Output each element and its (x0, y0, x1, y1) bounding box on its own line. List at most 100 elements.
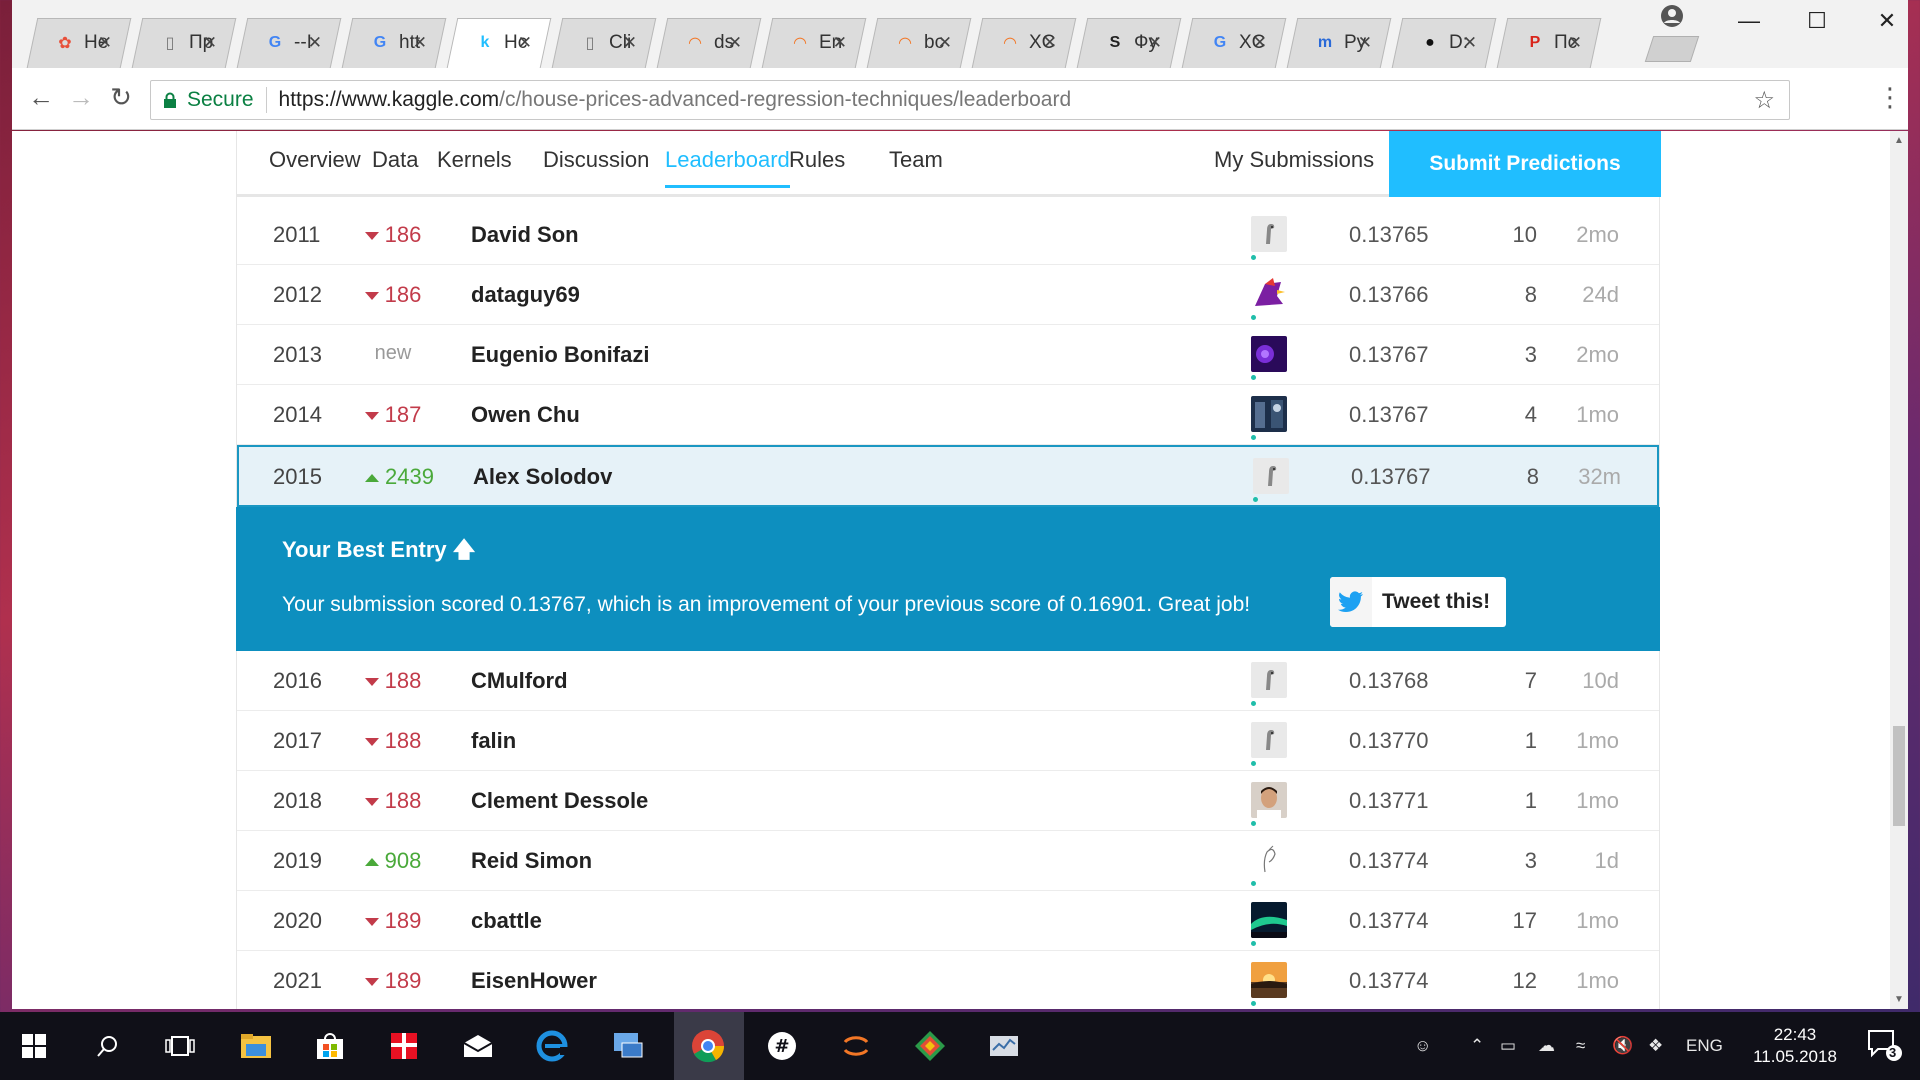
secure-indicator[interactable]: Secure (163, 88, 254, 112)
tab-close-icon[interactable]: ✕ (1148, 33, 1162, 53)
battery-icon[interactable]: ▭ (1500, 1036, 1516, 1056)
browser-tab[interactable]: ◠ bc ✕ (864, 18, 974, 68)
tweet-button[interactable]: Tweet this! (1330, 577, 1506, 627)
tab-data[interactable]: Data (372, 147, 418, 185)
gift-app-icon[interactable] (386, 1028, 422, 1064)
avatar[interactable] (1251, 336, 1287, 372)
file-explorer-icon[interactable] (238, 1028, 274, 1064)
browser-tab[interactable]: G XC ✕ (1179, 18, 1289, 68)
my-submissions-link[interactable]: My Submissions (1214, 147, 1374, 185)
tab-close-icon[interactable]: ✕ (1043, 33, 1057, 53)
clock[interactable]: 22:43 11.05.2018 (1740, 1024, 1850, 1068)
submit-predictions-button[interactable]: Submit Predictions (1389, 131, 1661, 197)
tab-close-icon[interactable]: ✕ (623, 33, 637, 53)
team-name-link[interactable]: Eugenio Bonifazi (471, 342, 649, 368)
browser-tab[interactable]: ▯ Cli ✕ (549, 18, 659, 68)
leaderboard-row[interactable]: 2014 187 Owen Chu 0.13767 4 1mo (237, 385, 1659, 445)
tab-close-icon[interactable]: ✕ (98, 33, 112, 53)
browser-tab[interactable]: ◠ XC ✕ (969, 18, 1079, 68)
avatar[interactable] (1251, 662, 1287, 698)
gitkraken-icon[interactable] (912, 1028, 948, 1064)
browser-tab[interactable]: m Ру ✕ (1284, 18, 1394, 68)
tab-close-icon[interactable]: ✕ (413, 33, 427, 53)
team-name-link[interactable]: dataguy69 (471, 282, 580, 308)
browser-tab[interactable]: S Фу ✕ (1074, 18, 1184, 68)
scroll-thumb[interactable] (1893, 726, 1905, 826)
tab-close-icon[interactable]: ✕ (308, 33, 322, 53)
slack-icon[interactable]: # (764, 1028, 800, 1064)
address-bar[interactable]: Secure https://www.kaggle.com/c/house-pr… (150, 80, 1790, 120)
team-name-link[interactable]: Reid Simon (471, 848, 592, 874)
people-icon[interactable]: ☺ (1414, 1036, 1431, 1056)
team-name-link[interactable]: cbattle (471, 908, 542, 934)
mail-icon[interactable] (460, 1028, 496, 1064)
leaderboard-row[interactable]: 2021 189 EisenHower 0.13774 12 1mo (237, 951, 1659, 1009)
volume-muted-icon[interactable]: 🔇 (1612, 1036, 1633, 1056)
browser-tab[interactable]: ◠ En ✕ (759, 18, 869, 68)
browser-tab[interactable]: G --I ✕ (234, 18, 344, 68)
bookmark-star-icon[interactable]: ☆ (1753, 86, 1775, 115)
leaderboard-row[interactable]: 2013 new Eugenio Bonifazi 0.13767 3 2mo (237, 325, 1659, 385)
tab-close-icon[interactable]: ✕ (938, 33, 952, 53)
tab-leaderboard[interactable]: Leaderboard (665, 147, 790, 188)
avatar[interactable] (1251, 962, 1287, 998)
team-name-link[interactable]: David Son (471, 222, 579, 248)
maximize-icon[interactable]: ☐ (1782, 8, 1852, 34)
tab-rules[interactable]: Rules (789, 147, 845, 185)
avatar[interactable] (1251, 782, 1287, 818)
scroll-up-icon[interactable]: ▲ (1890, 135, 1908, 146)
team-name-link[interactable]: falin (471, 728, 516, 754)
close-window-icon[interactable]: ✕ (1852, 8, 1920, 34)
avatar[interactable] (1251, 216, 1287, 252)
leaderboard-row[interactable]: 2016 188 CMulford 0.13768 7 10d (237, 651, 1659, 711)
dropbox-icon[interactable]: ❖ (1648, 1036, 1663, 1056)
notification-center-icon[interactable]: 3 (1866, 1028, 1902, 1067)
avatar[interactable] (1251, 902, 1287, 938)
chrome-menu-icon[interactable]: ⋮ (1877, 82, 1903, 113)
back-icon[interactable]: ← (24, 82, 58, 113)
tab-team[interactable]: Team (889, 147, 943, 185)
tab-overview[interactable]: Overview (269, 147, 361, 185)
profile-icon[interactable] (1660, 4, 1684, 28)
store-icon[interactable] (312, 1028, 348, 1064)
scroll-down-icon[interactable]: ▼ (1890, 994, 1908, 1005)
monitor-app-icon[interactable] (986, 1028, 1022, 1064)
reload-icon[interactable]: ↻ (104, 82, 138, 113)
tab-close-icon[interactable]: ✕ (1358, 33, 1372, 53)
jupyter-taskbar-icon[interactable] (838, 1028, 874, 1064)
avatar[interactable] (1251, 276, 1287, 312)
wifi-icon[interactable]: ≈ (1576, 1036, 1585, 1056)
team-name-link[interactable]: CMulford (471, 668, 568, 694)
tab-close-icon[interactable]: ✕ (728, 33, 742, 53)
avatar[interactable] (1251, 396, 1287, 432)
avatar[interactable] (1253, 458, 1289, 494)
leaderboard-row[interactable]: 2012 186 dataguy69 0.13766 8 24d (237, 265, 1659, 325)
browser-tab[interactable]: ◠ ds ✕ (654, 18, 764, 68)
team-name-link[interactable]: EisenHower (471, 968, 597, 994)
edge-icon[interactable] (534, 1028, 570, 1064)
language-indicator[interactable]: ENG (1686, 1036, 1723, 1056)
my-leaderboard-row[interactable]: 2015 2439 Alex Solodov 0.13767 8 32m (237, 445, 1659, 507)
avatar[interactable] (1251, 842, 1287, 878)
start-icon[interactable] (16, 1028, 52, 1064)
tray-expand-icon[interactable]: ⌃ (1470, 1036, 1484, 1056)
onedrive-icon[interactable]: ☁ (1538, 1036, 1555, 1056)
leaderboard-row[interactable]: 2017 188 falin 0.13770 1 1mo (237, 711, 1659, 771)
browser-tab[interactable]: ▯ Пр ✕ (129, 18, 239, 68)
tab-close-icon[interactable]: ✕ (1253, 33, 1267, 53)
minimize-icon[interactable]: — (1714, 8, 1784, 34)
leaderboard-row[interactable]: 2019 908 Reid Simon 0.13774 3 1d (237, 831, 1659, 891)
tab-close-icon[interactable]: ✕ (518, 33, 532, 53)
search-icon[interactable] (90, 1028, 126, 1064)
browser-tab[interactable]: k Hc ✕ (444, 18, 554, 68)
tab-close-icon[interactable]: ✕ (833, 33, 847, 53)
tab-close-icon[interactable]: ✕ (203, 33, 217, 53)
leaderboard-row[interactable]: 2011 186 David Son 0.13765 10 2mo (237, 205, 1659, 265)
forward-icon[interactable]: → (64, 82, 98, 113)
chrome-icon[interactable] (690, 1028, 726, 1064)
avatar[interactable] (1251, 722, 1287, 758)
browser-tab[interactable]: ● D: ✕ (1389, 18, 1499, 68)
tab-close-icon[interactable]: ✕ (1463, 33, 1477, 53)
new-tab-button[interactable] (1644, 36, 1700, 62)
team-name-link[interactable]: Clement Dessole (471, 788, 648, 814)
